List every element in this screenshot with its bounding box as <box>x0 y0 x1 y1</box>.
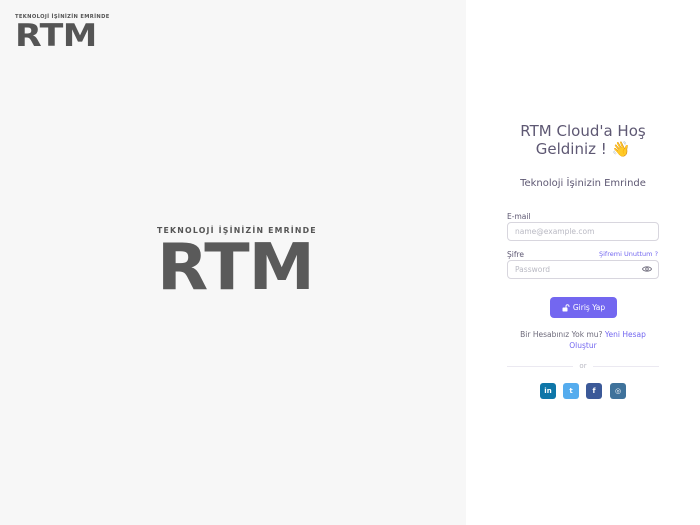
welcome-title-line2: Geldiniz ! <box>535 140 607 158</box>
brand-panel: TEKNOLOJİ İŞİNİZİN EMRİNDE RTM TEKNOLOJİ… <box>0 0 466 525</box>
email-input[interactable] <box>507 222 659 241</box>
facebook-button[interactable]: f <box>586 383 602 399</box>
login-button[interactable]: Giriş Yap <box>550 297 617 318</box>
login-button-label: Giriş Yap <box>572 303 606 312</box>
header-logo-wordmark: RTM <box>15 18 97 54</box>
header-logo[interactable]: TEKNOLOJİ İŞİNİZİN EMRİNDE RTM <box>15 14 110 52</box>
instagram-button[interactable]: ◎ <box>610 383 626 399</box>
waving-hand-icon: 👋 <box>611 140 631 158</box>
instagram-icon: ◎ <box>614 387 622 395</box>
signup-prompt: Bir Hesabınız Yok mu? Yeni Hesap Oluştur <box>466 329 700 351</box>
twitter-icon: t <box>569 387 573 395</box>
password-label: Şifre <box>507 250 525 259</box>
or-separator: or <box>573 362 593 370</box>
welcome-title-line1: RTM Cloud'a Hoş <box>520 122 646 140</box>
login-panel: RTM Cloud'a Hoş Geldiniz ! 👋 Teknoloji İ… <box>466 0 700 525</box>
center-logo-wordmark: RTM <box>157 231 315 305</box>
login-subtitle: Teknoloji İşinizin Emrinde <box>520 178 646 189</box>
facebook-icon: f <box>592 387 596 395</box>
twitter-button[interactable]: t <box>563 383 579 399</box>
eye-icon[interactable] <box>642 265 652 273</box>
welcome-title: RTM Cloud'a Hoş Geldiniz ! 👋 <box>466 122 700 158</box>
password-input[interactable] <box>507 260 659 279</box>
center-logo: TEKNOLOJİ İŞİNİZİN EMRİNDE RTM <box>157 226 316 300</box>
email-label: E-mail <box>507 212 531 221</box>
unlock-icon <box>562 303 570 311</box>
no-account-text: Bir Hesabınız Yok mu? <box>520 330 603 339</box>
forgot-password-link[interactable]: Şifremi Unuttum ? <box>599 250 658 258</box>
linkedin-button[interactable]: in <box>540 383 556 399</box>
linkedin-icon: in <box>544 387 552 395</box>
